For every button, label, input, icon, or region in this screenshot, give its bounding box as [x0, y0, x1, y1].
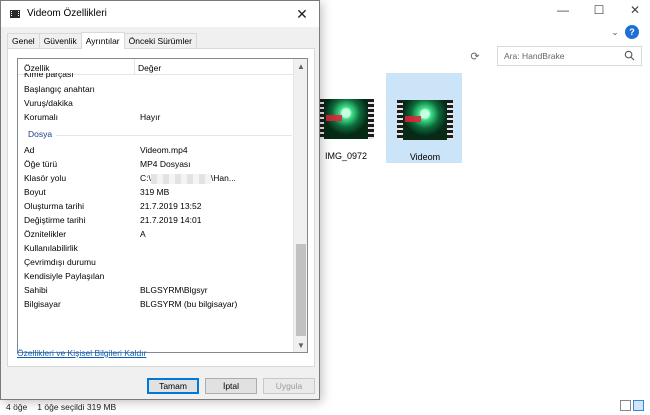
property-row[interactable]: Boyut 319 MB — [18, 185, 293, 199]
column-header-property[interactable]: Özellik — [24, 63, 50, 73]
property-list[interactable]: Özellik Değer Kime parçası Başlangıç ana… — [17, 58, 308, 353]
property-row[interactable]: Değiştirme tarihi 21.7.2019 14:01 — [18, 213, 293, 227]
property-row[interactable]: Klasör yolu C:\ \Han... — [18, 171, 293, 185]
property-key: Başlangıç anahtarı — [24, 84, 95, 94]
property-key: Ad — [24, 145, 35, 155]
property-key: Bilgisayar — [24, 299, 61, 309]
property-row[interactable]: Ad Videom.mp4 — [18, 143, 293, 157]
tab-strip: Genel Güvenlik Ayrıntılar Önceki Sürümle… — [7, 32, 197, 49]
property-key: Kime parçası — [24, 73, 74, 79]
property-row[interactable]: Sahibi BLGSYRM\Blgsyr — [18, 283, 293, 297]
property-key: Çevrimdışı durumu — [24, 257, 96, 267]
cancel-button[interactable]: İptal — [205, 378, 257, 394]
minimize-button[interactable]: — — [546, 0, 580, 20]
tab-security[interactable]: Güvenlik — [38, 33, 82, 48]
property-value: Videom.mp4 — [140, 145, 188, 155]
property-key: Değiştirme tarihi — [24, 215, 86, 225]
group-header-file: Dosya — [18, 127, 293, 141]
search-placeholder: Ara: HandBrake — [504, 51, 565, 61]
vertical-scrollbar[interactable]: ▲ ▼ — [293, 59, 307, 352]
status-bar: 4 öğe 1 öğe seçildi 319 MB — [0, 398, 650, 415]
dialog-title-bar[interactable]: Videom Özellikleri ✕ — [1, 1, 319, 27]
property-value: BLGSYRM (bu bilgisayar) — [140, 299, 238, 309]
property-key: Boyut — [24, 187, 46, 197]
property-value: BLGSYRM\Blgsyr — [140, 285, 208, 295]
property-value: 319 MB — [140, 187, 170, 197]
property-key: Kendisiyle Paylaşılan — [24, 271, 105, 281]
property-key: Öznitelikler — [24, 229, 67, 239]
folder-path-value: C:\ \Han... — [140, 173, 236, 184]
video-thumbnail — [397, 100, 453, 140]
refresh-icon[interactable]: ⟳ — [460, 46, 490, 66]
close-dialog-button[interactable]: ✕ — [291, 3, 313, 25]
property-row[interactable]: Kullanılabilirlik — [18, 241, 293, 255]
property-value: 21.7.2019 14:01 — [140, 215, 202, 225]
column-header-value[interactable]: Değer — [138, 63, 161, 73]
property-value: Hayır — [140, 112, 161, 122]
ok-button[interactable]: Tamam — [147, 378, 199, 394]
property-key: Oluşturma tarihi — [24, 201, 84, 211]
properties-dialog: Videom Özellikleri ✕ Genel Güvenlik Ayrı… — [0, 0, 320, 400]
property-row[interactable]: Korumalı Hayır — [18, 110, 293, 124]
property-key: Vuruş/dakika — [24, 98, 73, 108]
tab-general[interactable]: Genel — [7, 33, 40, 48]
view-switcher — [620, 400, 644, 411]
help-icon[interactable]: ? — [625, 25, 639, 39]
item-count: 4 öğe — [6, 401, 28, 412]
scroll-down-icon[interactable]: ▼ — [294, 338, 307, 352]
close-window-button[interactable]: ✕ — [618, 0, 650, 20]
search-input[interactable]: Ara: HandBrake — [497, 46, 642, 66]
maximize-button[interactable]: ☐ — [582, 0, 616, 20]
property-row[interactable]: Öznitelikler A — [18, 227, 293, 241]
property-key: Öğe türü — [24, 159, 58, 169]
dialog-title: Videom Özellikleri — [27, 8, 107, 19]
property-value: MP4 Dosyası — [140, 159, 191, 169]
tab-previous-versions[interactable]: Önceki Sürümler — [123, 33, 197, 48]
large-icons-view-icon[interactable] — [633, 400, 644, 411]
selection-info: 1 öğe seçildi 319 MB — [37, 401, 117, 412]
property-row[interactable]: Kendisiyle Paylaşılan — [18, 269, 293, 283]
file-item-videom[interactable]: Videom — [386, 73, 462, 163]
property-key: Korumalı — [24, 112, 59, 122]
video-file-icon — [10, 10, 20, 18]
remove-properties-link[interactable]: Özellikleri ve Kişisel Bilgileri Kaldır — [17, 348, 146, 358]
property-key: Klasör yolu — [24, 173, 67, 183]
file-label: Videom — [409, 152, 441, 162]
video-thumbnail — [318, 99, 374, 139]
property-row[interactable]: Bilgisayar BLGSYRM (bu bilgisayar) — [18, 297, 293, 311]
redacted-path — [150, 173, 211, 184]
chevron-down-icon[interactable]: ⌄ — [608, 25, 622, 39]
group-label: Dosya — [28, 129, 53, 139]
property-key: Kullanılabilirlik — [24, 243, 78, 253]
apply-button[interactable]: Uygula — [263, 378, 315, 394]
property-key: Sahibi — [24, 285, 48, 295]
property-value: A — [140, 229, 146, 239]
property-row[interactable]: Kime parçası — [18, 73, 293, 82]
search-icon — [624, 50, 635, 61]
scroll-up-icon[interactable]: ▲ — [294, 59, 307, 73]
property-value: 21.7.2019 13:52 — [140, 201, 202, 211]
property-row[interactable]: Oluşturma tarihi 21.7.2019 13:52 — [18, 199, 293, 213]
property-row[interactable]: Başlangıç anahtarı — [18, 82, 293, 96]
property-row[interactable]: Öğe türü MP4 Dosyası — [18, 157, 293, 171]
tab-details[interactable]: Ayrıntılar — [80, 32, 125, 49]
details-view-icon[interactable] — [620, 400, 631, 411]
details-panel: Özellik Değer Kime parçası Başlangıç ana… — [7, 48, 315, 367]
scroll-thumb[interactable] — [296, 244, 306, 336]
property-row[interactable]: Vuruş/dakika — [18, 96, 293, 110]
property-row[interactable]: Çevrimdışı durumu — [18, 255, 293, 269]
